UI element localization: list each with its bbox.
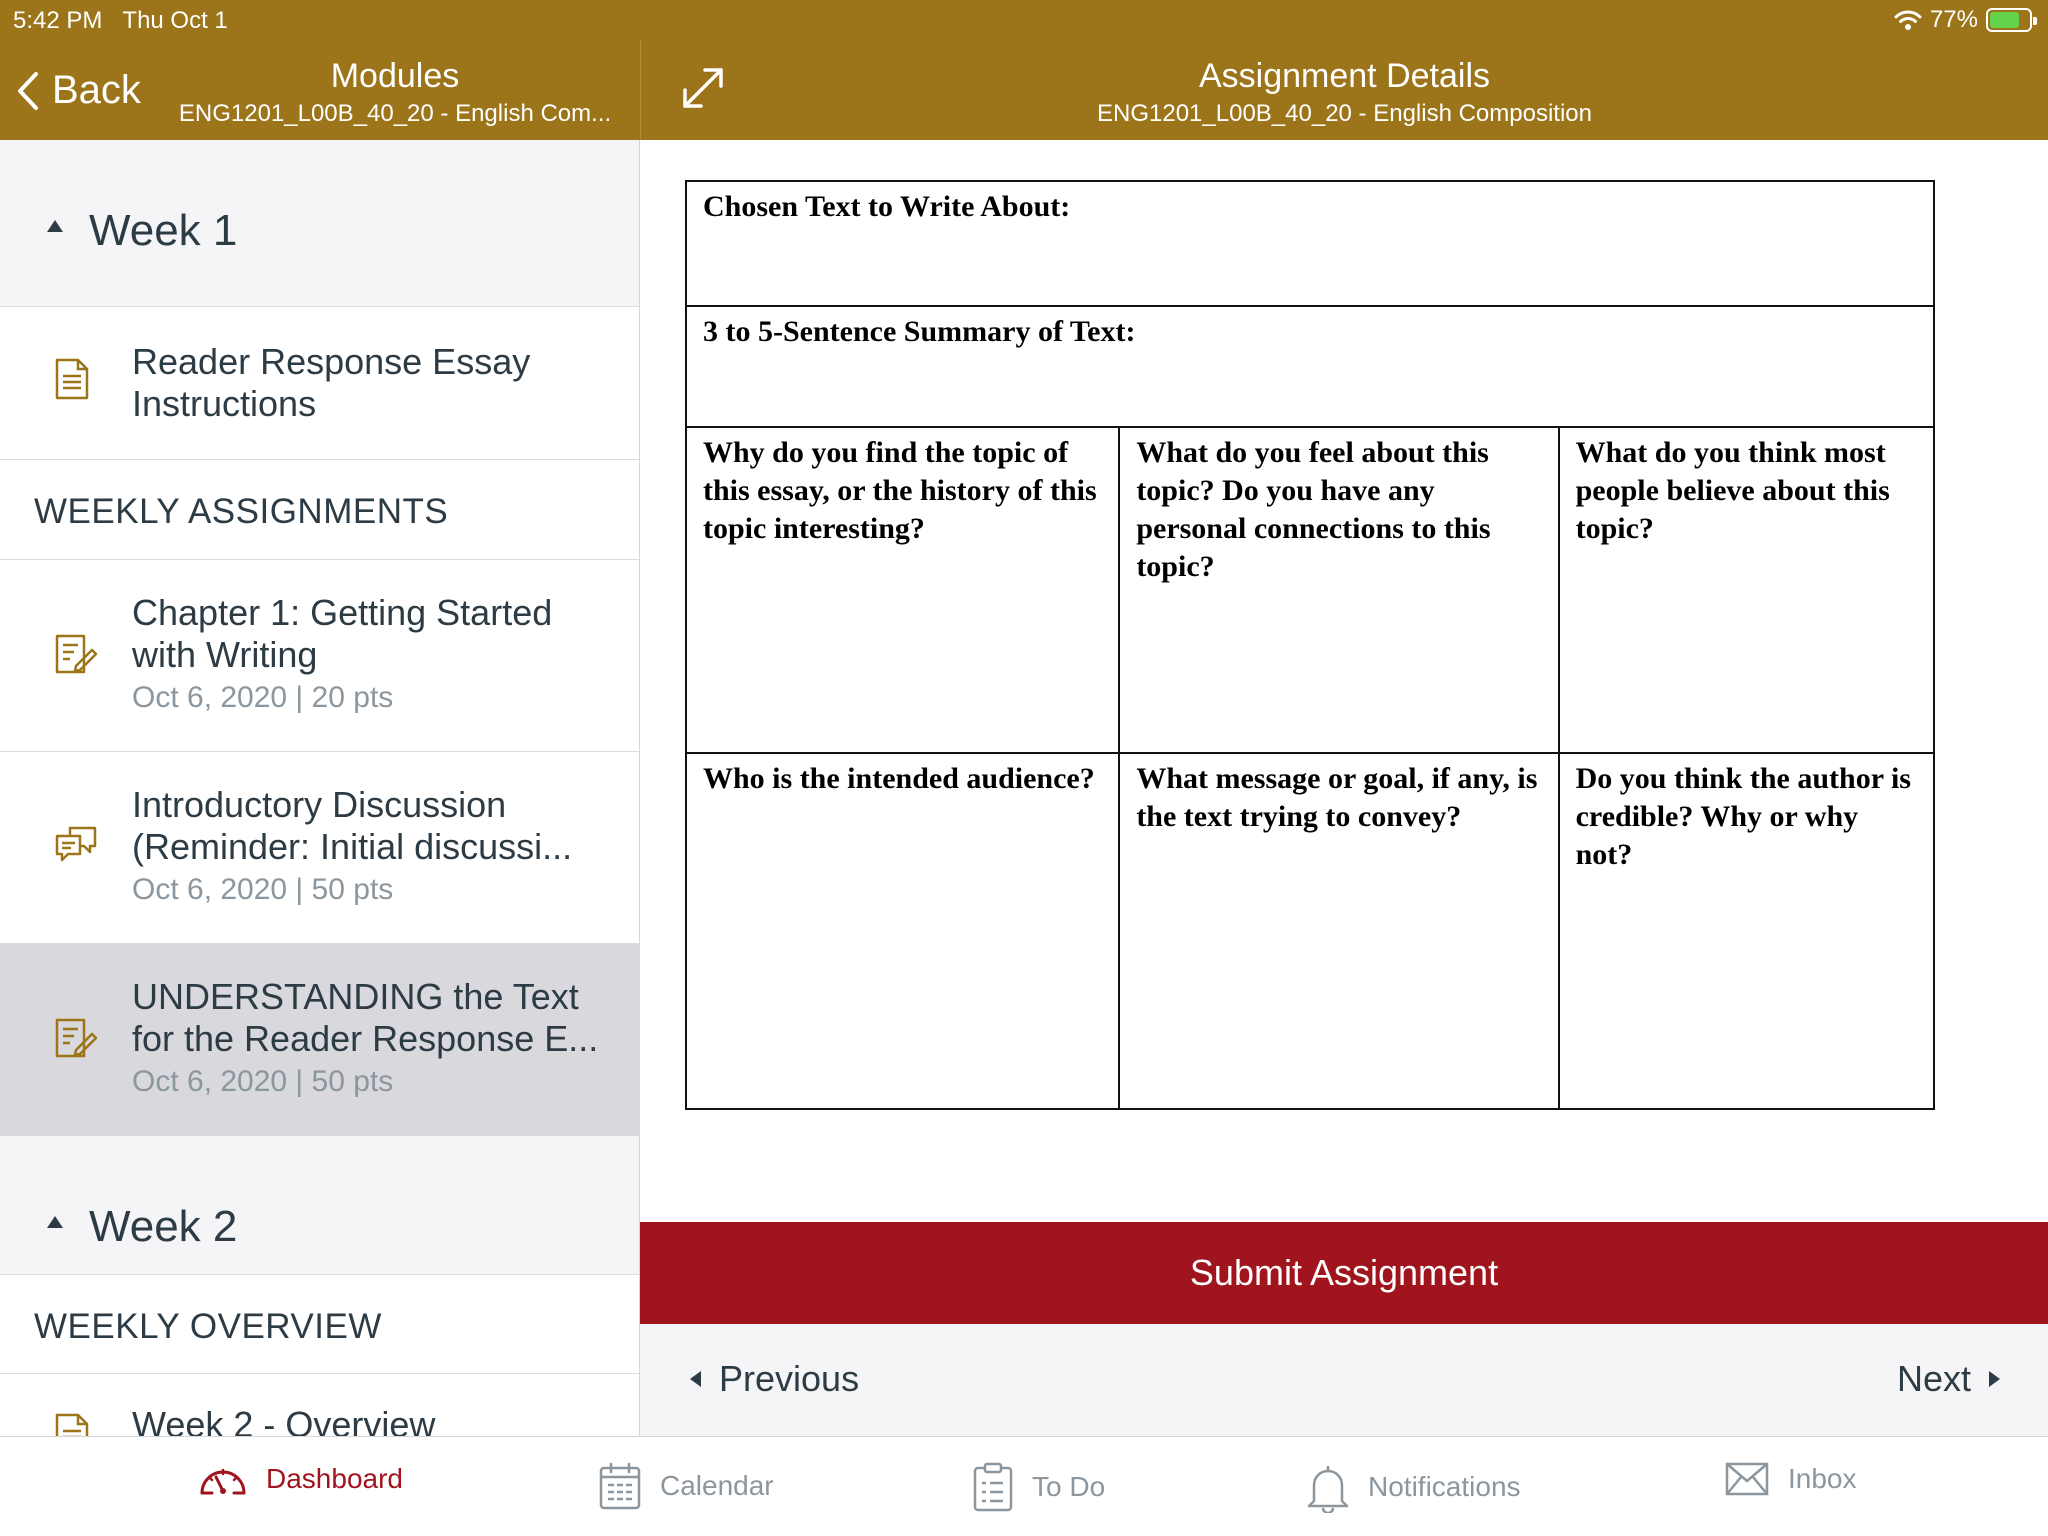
collapse-triangle-icon bbox=[47, 220, 63, 232]
tab-label: To Do bbox=[1032, 1471, 1106, 1502]
envelope-icon bbox=[1725, 1462, 1769, 1496]
battery-cap bbox=[2033, 17, 2037, 25]
clipboard-icon bbox=[973, 1462, 1013, 1512]
worksheet-question-interest: Why do you find the topic of this essay,… bbox=[684, 426, 1121, 754]
page-icon bbox=[55, 1413, 89, 1436]
details-heading: Assignment Details bbox=[1198, 57, 1490, 95]
modules-list[interactable]: Week 1 Reader Response Essay Instruction… bbox=[0, 140, 640, 1436]
assignment-icon bbox=[55, 1018, 98, 1058]
week-1-label: Week 1 bbox=[89, 206, 238, 255]
tab-label: Dashboard bbox=[266, 1463, 403, 1494]
section-label: WEEKLY OVERVIEW bbox=[34, 1307, 382, 1346]
page-icon bbox=[55, 358, 89, 400]
dashboard-icon bbox=[200, 1468, 246, 1495]
assignment-introductory-discussion[interactable]: Introductory Discussion (Reminder: Initi… bbox=[0, 752, 639, 944]
assignment-icon bbox=[55, 634, 98, 674]
worksheet-question-audience: Who is the intended audience? bbox=[684, 752, 1121, 1110]
tab-todo[interactable]: To Do bbox=[972, 1461, 1105, 1513]
assignment-meta: Oct 6, 2020 | 50 pts bbox=[132, 873, 394, 906]
modules-title: Modules ENG1201_L00B_40_20 - English Com… bbox=[150, 54, 640, 130]
module-item-title: Reader Response Essay Instructions bbox=[132, 341, 531, 424]
modules-header: Back Modules ENG1201_L00B_40_20 - Englis… bbox=[0, 40, 640, 140]
modules-heading: Modules bbox=[330, 57, 460, 95]
tab-label: Inbox bbox=[1788, 1463, 1857, 1494]
details-header: Assignment Details ENG1201_L00B_40_20 - … bbox=[640, 40, 2048, 140]
discussion-icon bbox=[55, 826, 97, 862]
status-clock: 5:42 PM Thu Oct 1 bbox=[13, 7, 228, 35]
worksheet-question-message: What message or goal, if any, is the tex… bbox=[1118, 752, 1560, 1110]
tab-inbox[interactable]: Inbox bbox=[1724, 1461, 1857, 1497]
submit-label: Submit Assignment bbox=[1189, 1252, 1499, 1293]
back-button[interactable]: Back bbox=[14, 68, 141, 113]
reader-response-worksheet: Chosen Text to Write About: 3 to 5-Sente… bbox=[684, 180, 1936, 1110]
worksheet-question-beliefs: What do you think most people believe ab… bbox=[1557, 426, 1936, 754]
previous-label: Previous bbox=[719, 1358, 860, 1399]
wifi-icon bbox=[1894, 10, 1922, 30]
tab-bar: Dashboard Calendar To Do Notifications I… bbox=[0, 1436, 2048, 1536]
tab-calendar[interactable]: Calendar bbox=[598, 1461, 774, 1511]
module-item-essay-instructions[interactable]: Reader Response Essay Instructions bbox=[0, 306, 639, 460]
battery-percent: 77% bbox=[1929, 6, 1978, 33]
week-1-header[interactable]: Week 1 bbox=[0, 140, 639, 278]
battery-level bbox=[1990, 12, 2020, 28]
calendar-icon bbox=[599, 1462, 641, 1510]
worksheet-summary: 3 to 5-Sentence Summary of Text: bbox=[685, 305, 1935, 428]
worksheet-question-feelings: What do you feel about this topic? Do yo… bbox=[1118, 426, 1560, 754]
tab-label: Notifications bbox=[1368, 1471, 1521, 1502]
module-item-title: Week 2 - Overview bbox=[132, 1404, 436, 1436]
collapse-triangle-icon bbox=[47, 1216, 63, 1228]
status-date: Thu Oct 1 bbox=[122, 7, 228, 34]
submit-assignment-button[interactable]: Submit Assignment bbox=[640, 1222, 2048, 1324]
top-bar: 5:42 PM Thu Oct 1 77% Back Modules ENG12… bbox=[0, 0, 2048, 140]
triangle-right-icon bbox=[1989, 1371, 2000, 1387]
assignment-title: Introductory Discussion (Reminder: Initi… bbox=[132, 784, 573, 867]
previous-button[interactable]: Previous bbox=[690, 1358, 859, 1400]
pager: Previous Next bbox=[640, 1324, 2048, 1436]
assignment-details: Chosen Text to Write About: 3 to 5-Sente… bbox=[640, 140, 2048, 1222]
assignment-meta: Oct 6, 2020 | 50 pts bbox=[132, 1065, 394, 1098]
assignment-understanding-the-text[interactable]: UNDERSTANDING the Text for the Reader Re… bbox=[0, 944, 639, 1136]
tab-label: Calendar bbox=[660, 1470, 774, 1501]
triangle-left-icon bbox=[690, 1371, 701, 1387]
section-weekly-assignments: WEEKLY ASSIGNMENTS bbox=[0, 460, 639, 560]
worksheet-chosen-text: Chosen Text to Write About: bbox=[685, 180, 1935, 307]
assignment-meta: Oct 6, 2020 | 20 pts bbox=[132, 681, 394, 714]
tab-notifications[interactable]: Notifications bbox=[1306, 1461, 1521, 1513]
back-label: Back bbox=[52, 68, 141, 112]
assignment-title: Chapter 1: Getting Started with Writing bbox=[132, 592, 553, 675]
chevron-left-icon bbox=[18, 71, 38, 110]
bell-icon bbox=[1307, 1465, 1349, 1513]
assignment-title: UNDERSTANDING the Text for the Reader Re… bbox=[132, 976, 599, 1059]
week-2-label: Week 2 bbox=[89, 1202, 238, 1251]
status-indicators: 77% bbox=[1894, 6, 2037, 34]
details-subtitle: ENG1201_L00B_40_20 - English Composition bbox=[1097, 100, 1592, 127]
status-bar: 5:42 PM Thu Oct 1 77% bbox=[0, 0, 2048, 40]
details-title: Assignment Details ENG1201_L00B_40_20 - … bbox=[641, 54, 2048, 130]
section-label: WEEKLY ASSIGNMENTS bbox=[34, 492, 449, 531]
battery-icon bbox=[1986, 8, 2037, 32]
status-time: 5:42 PM bbox=[13, 7, 103, 34]
assignment-chapter-1[interactable]: Chapter 1: Getting Started with Writing … bbox=[0, 560, 639, 752]
tab-dashboard[interactable]: Dashboard bbox=[198, 1461, 403, 1497]
worksheet-question-credibility: Do you think the author is credible? Why… bbox=[1557, 752, 1936, 1110]
week-2-header[interactable]: Week 2 bbox=[0, 1136, 639, 1274]
next-label: Next bbox=[1896, 1358, 1971, 1399]
section-weekly-overview: WEEKLY OVERVIEW bbox=[0, 1274, 639, 1374]
module-item-week-2-overview[interactable]: Week 2 - Overview bbox=[0, 1374, 639, 1436]
next-button[interactable]: Next bbox=[1897, 1358, 2000, 1400]
course-subtitle: ENG1201_L00B_40_20 - English Com... bbox=[178, 100, 612, 127]
